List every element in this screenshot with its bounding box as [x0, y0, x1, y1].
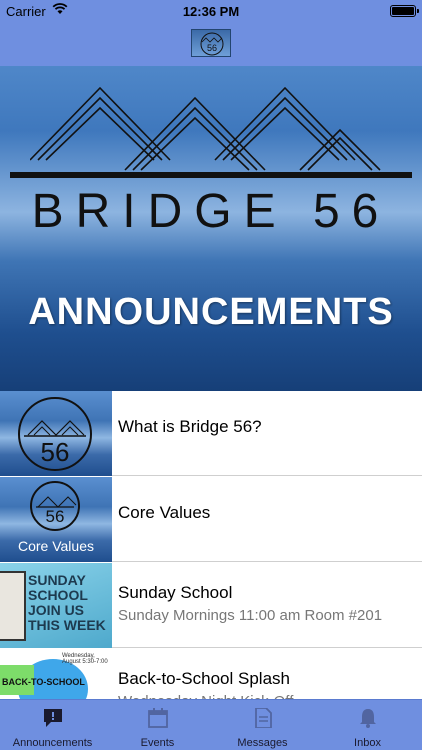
hero-banner: BRIDGE 56 ANNOUNCEMENTS: [0, 66, 422, 391]
thumbnail: 56 Core Values: [0, 477, 112, 562]
thumb-caption: Core Values: [17, 538, 94, 554]
tab-inbox[interactable]: Inbox: [315, 700, 420, 750]
item-title: What is Bridge 56?: [118, 417, 262, 436]
list-item[interactable]: 56 What is Bridge 56?: [0, 391, 422, 476]
hero-divider: [10, 172, 412, 178]
tab-label: Announcements: [12, 737, 93, 749]
tab-label: Messages: [237, 737, 288, 749]
battery-icon: [390, 5, 419, 17]
tab-bar: Announcements Events Messages Inbox: [0, 699, 422, 750]
item-title: Sunday School: [118, 583, 233, 602]
item-title: Back-to-School Splash: [118, 669, 290, 688]
document-icon: [255, 708, 272, 728]
page-title: ANNOUNCEMENTS: [28, 291, 394, 333]
item-subtitle: Sunday Mornings 11:00 am Room #201: [118, 607, 383, 624]
thumbnail: 56: [0, 391, 112, 476]
calendar-icon: [148, 708, 168, 728]
mountains-logo-graphic: [30, 86, 381, 171]
item-title: Core Values: [118, 503, 211, 522]
tab-label: Inbox: [354, 737, 381, 749]
bell-icon: [360, 709, 376, 728]
book-icon: [0, 571, 26, 641]
thumb-date: Wednesday, August 5:30-7:00: [62, 653, 108, 665]
top-bar: Carrier 12:36 PM 56: [0, 0, 422, 66]
tab-label: Events: [140, 737, 175, 749]
list-item[interactable]: SUNDAY SCHOOL JOIN US THIS WEEK Sunday S…: [0, 563, 422, 648]
thumbnail: SUNDAY SCHOOL JOIN US THIS WEEK: [0, 563, 112, 648]
thumb-number: 56: [40, 437, 70, 467]
brand-name: BRIDGE 56: [31, 185, 391, 238]
thumb-text: BACK-TO-SCHOOL: [2, 677, 85, 687]
nav-logo: 56: [191, 29, 231, 57]
svg-text:56: 56: [207, 43, 217, 53]
tab-announcements[interactable]: Announcements: [0, 700, 105, 750]
tab-messages[interactable]: Messages: [210, 700, 315, 750]
announcement-icon: [44, 709, 62, 727]
logo-circle: 56: [30, 481, 80, 531]
tab-events[interactable]: Events: [105, 700, 210, 750]
thumb-number: 56: [45, 507, 65, 526]
status-bar: Carrier 12:36 PM: [0, 0, 422, 22]
thumb-text: SUNDAY SCHOOL JOIN US THIS WEEK: [28, 572, 106, 633]
list-item[interactable]: 56 Core Values Core Values: [0, 477, 422, 562]
clock: 12:36 PM: [182, 4, 240, 19]
logo-circle: 56: [18, 397, 92, 471]
